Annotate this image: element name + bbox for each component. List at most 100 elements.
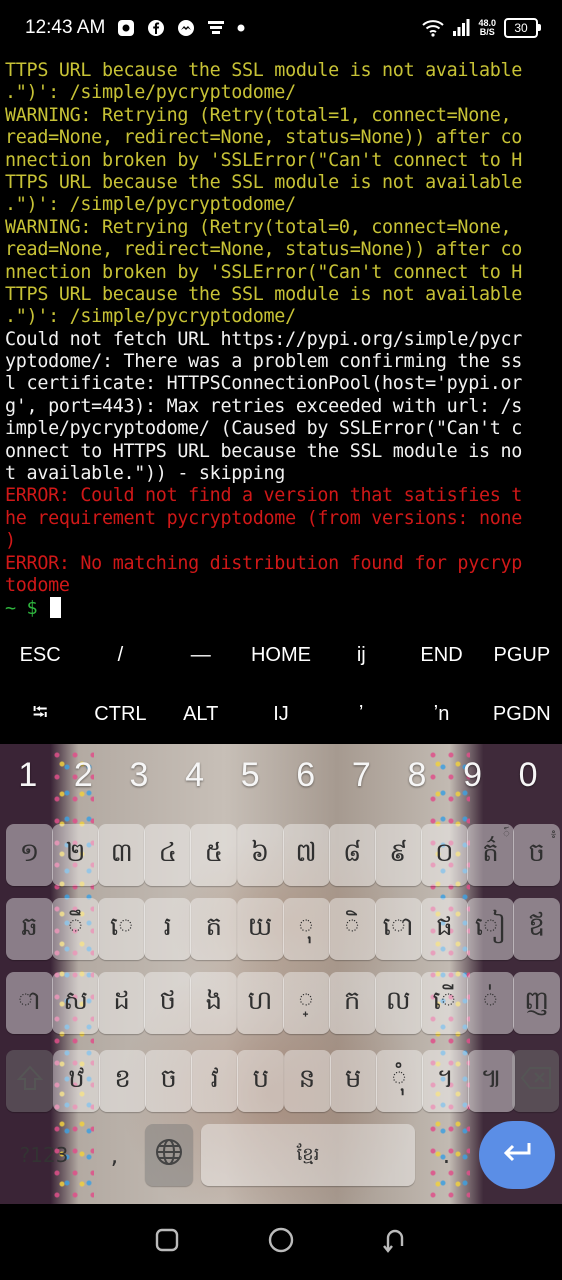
letter-key[interactable]: ត	[190, 898, 238, 960]
extra-key[interactable]: IJ	[241, 703, 321, 726]
number-key[interactable]: 3	[111, 756, 167, 795]
home-button[interactable]	[267, 1226, 295, 1258]
number-key[interactable]: 8	[389, 756, 445, 795]
letter-key[interactable]: ដ	[98, 972, 146, 1034]
symbols-key[interactable]: ?123	[6, 1124, 82, 1186]
letter-key[interactable]: ៥	[190, 824, 238, 886]
letter-key[interactable]: ផ	[420, 898, 468, 960]
letter-key[interactable]: ០	[420, 824, 468, 886]
letter-key[interactable]: ុំ	[375, 1050, 423, 1112]
extra-key[interactable]: ALT	[161, 703, 241, 726]
letter-key[interactable]: ៨	[328, 824, 376, 886]
prompt-line[interactable]: ~ $	[5, 597, 557, 619]
backspace-key[interactable]	[512, 1050, 559, 1112]
letter-key[interactable]: ឹ	[52, 898, 100, 960]
key-label: ច	[160, 1064, 177, 1094]
letter-key[interactable]: ា	[6, 972, 53, 1034]
extra-key[interactable]: PGUP	[482, 644, 562, 667]
letter-key[interactable]: ើ	[420, 972, 468, 1034]
letter-key[interactable]: វ	[191, 1050, 239, 1112]
number-key[interactable]: 4	[167, 756, 223, 795]
letter-key[interactable]: ឪ	[513, 898, 561, 960]
number-key[interactable]: 7	[334, 756, 390, 795]
number-key[interactable]: 9	[445, 756, 501, 795]
letter-key[interactable]: ៤	[144, 824, 192, 886]
comma-key[interactable]: ,	[92, 1124, 137, 1186]
extra-key[interactable]: —	[161, 644, 241, 667]
letter-key[interactable]: ុ	[282, 898, 330, 960]
navigation-bar	[0, 1204, 562, 1280]
terminal-line: read=None, redirect=None, status=None)) …	[5, 239, 523, 261]
letter-key[interactable]: ម	[329, 1050, 377, 1112]
number-key[interactable]: 6	[278, 756, 334, 795]
extra-key[interactable]: ESC	[0, 644, 80, 667]
letter-key[interactable]: ១	[6, 824, 53, 886]
key-label: ២	[65, 838, 86, 868]
letter-key[interactable]: ល	[374, 972, 422, 1034]
letter-key[interactable]: ឋ	[53, 1050, 100, 1112]
extra-key[interactable]: END	[401, 644, 481, 667]
extra-key[interactable]: ʼn	[401, 703, 481, 726]
letter-key[interactable]: ច	[145, 1050, 193, 1112]
letter-key[interactable]: ៀ	[467, 898, 514, 960]
letter-key[interactable]: ៣	[98, 824, 146, 886]
extra-key[interactable]: /	[80, 644, 160, 667]
letter-key[interactable]: យ	[236, 898, 284, 960]
letter-key[interactable]: ថ	[144, 972, 192, 1034]
letter-key[interactable]: ិ	[328, 898, 376, 960]
shift-key[interactable]	[6, 1050, 53, 1112]
letter-key[interactable]: ត៌៍	[467, 824, 514, 886]
letter-key[interactable]: េ	[98, 898, 146, 960]
letter-key[interactable]: ប	[237, 1050, 285, 1112]
extra-key[interactable]: CTRL	[80, 703, 160, 726]
letter-key[interactable]: ខ	[99, 1050, 147, 1112]
key-label: ញ	[524, 986, 549, 1016]
key-label: ឹ	[67, 912, 84, 942]
recents-button[interactable]	[154, 1227, 180, 1257]
terminal-line: he requirement pycryptodome (from versio…	[5, 507, 523, 529]
terminal-output[interactable]: TTPS URL because the SSL module is not a…	[5, 60, 557, 626]
key-label: ១	[19, 838, 40, 868]
key-label: ៦	[250, 838, 270, 868]
letter-key[interactable]: ញ	[513, 972, 561, 1034]
number-key[interactable]: 5	[222, 756, 278, 795]
letter-key[interactable]: ់	[467, 972, 514, 1034]
letter-key[interactable]: ក	[328, 972, 376, 1034]
terminal-line: TTPS URL because the SSL module is not a…	[5, 283, 523, 305]
letter-key[interactable]: ឆ	[6, 898, 53, 960]
letter-key[interactable]: ្	[282, 972, 330, 1034]
number-key[interactable]: 2	[56, 756, 112, 795]
extra-key[interactable]: HOME	[241, 644, 321, 667]
back-button[interactable]	[382, 1226, 408, 1258]
letter-key[interactable]: ៦	[236, 824, 284, 886]
key-label: ៩	[389, 838, 408, 868]
letter-key[interactable]: ន	[283, 1050, 331, 1112]
key-label: េ	[109, 912, 134, 942]
spacebar[interactable]: ខ្មែរ	[201, 1124, 415, 1186]
period-key[interactable]: .	[424, 1124, 469, 1186]
language-key[interactable]	[145, 1124, 193, 1186]
backspace-icon	[520, 1066, 551, 1096]
letter-key[interactable]: ២	[52, 824, 100, 886]
key-label: ៤	[158, 838, 177, 868]
number-key[interactable]: 1	[0, 756, 56, 795]
key-label: ្	[298, 986, 314, 1016]
letter-key[interactable]: ៧	[282, 824, 330, 886]
letter-key[interactable]: ៕	[467, 1050, 515, 1112]
number-key[interactable]: 0	[500, 756, 556, 795]
extra-key[interactable]: ij	[321, 644, 401, 667]
battery-level: 30	[514, 21, 528, 35]
letter-key[interactable]: ង	[190, 972, 238, 1034]
extra-key[interactable]: ⭾	[0, 698, 80, 732]
letter-key[interactable]: ៩	[374, 824, 422, 886]
letter-key[interactable]: ។	[421, 1050, 469, 1112]
letter-key[interactable]: រ	[144, 898, 192, 960]
enter-key[interactable]	[479, 1121, 555, 1189]
key-label: ៕	[480, 1064, 503, 1094]
letter-key[interactable]: ហ	[236, 972, 284, 1034]
extra-key[interactable]: PGDN	[482, 703, 562, 726]
extra-key[interactable]: ʼ	[321, 703, 401, 726]
letter-key[interactable]: ោ	[374, 898, 422, 960]
letter-key[interactable]: ស	[52, 972, 100, 1034]
letter-key[interactable]: ច៖	[513, 824, 561, 886]
